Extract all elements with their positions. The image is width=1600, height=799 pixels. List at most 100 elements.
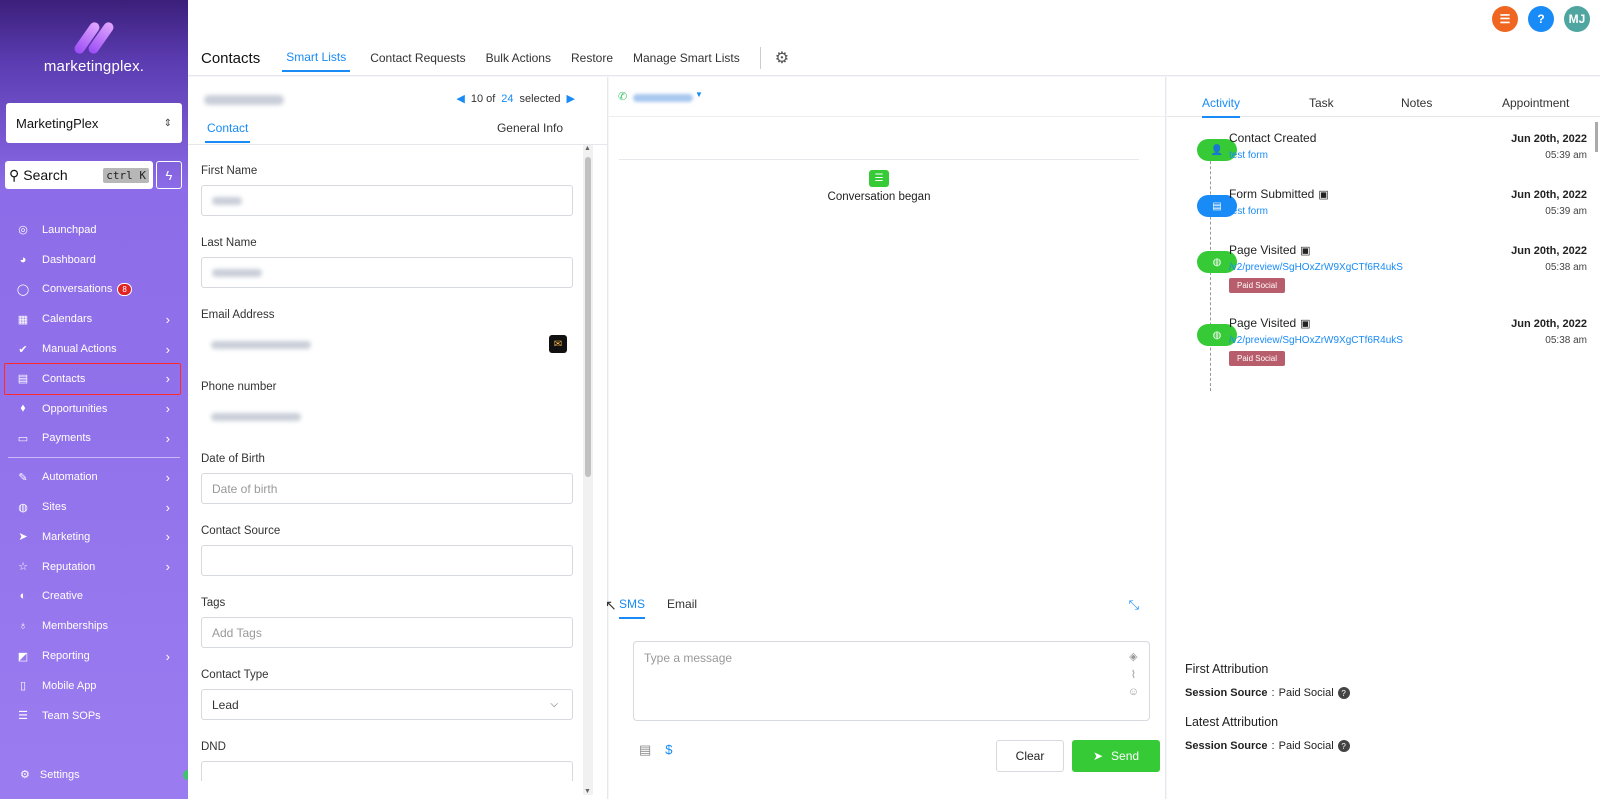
sidebar-item-manual-actions[interactable]: ✔ Manual Actions › bbox=[0, 334, 188, 364]
activity-pane: Activity Task Notes Appointment 👤 Contact… bbox=[1167, 77, 1600, 799]
help-icon[interactable]: ? bbox=[1528, 6, 1554, 32]
tab-manage-smart-lists[interactable]: Manage Smart Lists bbox=[633, 45, 740, 71]
latest-attribution-heading: Latest Attribution bbox=[1185, 715, 1279, 729]
sidebar-item-contacts[interactable]: ▤ Contacts › bbox=[4, 362, 181, 395]
tab-smart-lists[interactable]: Smart Lists bbox=[282, 44, 351, 72]
contact-pager: ◀ 10 of 24 selected ▶ bbox=[456, 92, 575, 106]
activity-source-link[interactable]: test form bbox=[1229, 206, 1268, 217]
sidebar-item-memberships[interactable]: ♁ Memberships bbox=[0, 611, 188, 641]
payment-icon[interactable]: $ bbox=[665, 742, 672, 758]
phone-field[interactable] bbox=[201, 401, 573, 432]
tab-appointment[interactable]: Appointment bbox=[1502, 96, 1569, 116]
tab-contact-requests[interactable]: Contact Requests bbox=[370, 45, 465, 71]
phone-number-redacted[interactable] bbox=[633, 94, 693, 102]
activity-title-text: Contact Created bbox=[1229, 131, 1317, 145]
sidebar-item-dashboard[interactable]: ◕ Dashboard bbox=[0, 245, 188, 275]
tab-bulk-actions[interactable]: Bulk Actions bbox=[486, 45, 551, 71]
search-label: Search bbox=[23, 167, 68, 183]
dob-field[interactable]: Date of birth bbox=[201, 473, 573, 504]
sidebar-item-launchpad[interactable]: ◎ Launchpad bbox=[0, 215, 188, 245]
activity-title: Form Submitted ▣ bbox=[1229, 187, 1329, 201]
brand-logo-icon bbox=[68, 20, 120, 56]
activity-title-text: Page Visited bbox=[1229, 243, 1297, 257]
first-name-field[interactable] bbox=[201, 185, 573, 216]
clipboard-icon[interactable]: ▣ bbox=[1300, 244, 1310, 257]
sidebar-item-payments[interactable]: ▭ Payments › bbox=[0, 424, 188, 454]
scroll-down-icon[interactable]: ▼ bbox=[584, 788, 591, 795]
activity-source-link[interactable]: /v2/preview/SgHOxZrW9XgCTf6R4ukS bbox=[1229, 335, 1403, 346]
attachment-icon[interactable]: ⌇ bbox=[1131, 668, 1136, 681]
help-icon[interactable]: ? bbox=[1337, 687, 1350, 699]
scroll-up-icon[interactable]: ▲ bbox=[584, 145, 591, 152]
sidebar-item-creative[interactable]: ◐ Creative bbox=[0, 582, 188, 612]
send-button[interactable]: ➤ Send bbox=[1072, 740, 1160, 772]
sidebar-item-settings[interactable]: ⚙ Settings bbox=[20, 768, 80, 782]
sidebar-item-sites[interactable]: ◍ Sites › bbox=[0, 492, 188, 522]
sidebar-item-reporting[interactable]: ◩ Reporting › bbox=[0, 641, 188, 671]
dnd-field[interactable] bbox=[201, 761, 573, 781]
tab-contact[interactable]: Contact bbox=[205, 121, 251, 143]
tab-email[interactable]: Email bbox=[667, 597, 697, 619]
last-name-field[interactable] bbox=[201, 257, 573, 288]
contact-source-field[interactable] bbox=[201, 545, 573, 576]
quick-actions-button[interactable]: ϟ bbox=[156, 161, 182, 189]
sidebar-item-opportunities[interactable]: ⬧ Opportunities › bbox=[0, 394, 188, 424]
sidebar-item-mobile-app[interactable]: ▯ Mobile App bbox=[0, 671, 188, 701]
first-attribution-heading: First Attribution bbox=[1185, 662, 1269, 676]
funnel-icon: ⬧ bbox=[20, 402, 26, 415]
gear-icon[interactable]: ⚙ bbox=[759, 47, 789, 69]
activity-title: Page Visited ▣ bbox=[1229, 316, 1311, 330]
sidebar-item-automation[interactable]: ✎ Automation › bbox=[0, 462, 188, 492]
caret-down-icon[interactable]: ▼ bbox=[695, 90, 703, 99]
activity-scrollbar[interactable] bbox=[1595, 122, 1598, 152]
template-icon[interactable]: ▤ bbox=[639, 742, 651, 758]
tab-restore[interactable]: Restore bbox=[571, 45, 613, 71]
activity-time: 05:39 am bbox=[1545, 150, 1587, 161]
pager-current: 10 of bbox=[470, 92, 496, 105]
scroll-thumb[interactable] bbox=[585, 157, 591, 477]
tab-notes[interactable]: Notes bbox=[1401, 96, 1432, 116]
sidebar-item-calendars[interactable]: ▦ Calendars › bbox=[0, 304, 188, 334]
account-switcher[interactable]: MarketingPlex ⇕ bbox=[6, 103, 182, 143]
tag-icon[interactable]: ◈ bbox=[1129, 650, 1137, 663]
search-button[interactable]: ⚲ Search ctrl K bbox=[5, 161, 153, 189]
tab-activity[interactable]: Activity bbox=[1202, 96, 1241, 118]
search-shortcut: ctrl K bbox=[103, 167, 149, 183]
emoji-icon[interactable]: ☺ bbox=[1128, 686, 1139, 698]
avatar[interactable]: MJ bbox=[1564, 6, 1590, 32]
email-field[interactable]: ✉ bbox=[201, 329, 573, 360]
clear-button[interactable]: Clear bbox=[996, 740, 1064, 772]
activity-source-link[interactable]: /v2/preview/SgHOxZrW9XgCTf6R4ukS bbox=[1229, 262, 1403, 273]
activity-title: Contact Created bbox=[1229, 131, 1316, 145]
redacted-value bbox=[212, 196, 242, 205]
tab-sms[interactable]: SMS bbox=[619, 597, 646, 619]
mobile-icon: ▯ bbox=[19, 680, 27, 693]
sidebar-item-marketing[interactable]: ➤ Marketing › bbox=[0, 522, 188, 552]
pager-total[interactable]: 24 bbox=[501, 93, 513, 105]
sidebar-item-conversations[interactable]: ◯ Conversations 8 bbox=[0, 275, 188, 305]
tab-general-info[interactable]: General Info bbox=[497, 121, 563, 141]
contact-source-label: Contact Source bbox=[201, 525, 281, 537]
email-verify-icon[interactable]: ✉ bbox=[549, 335, 567, 353]
message-input[interactable]: Type a message ◈ ⌇ ☺ bbox=[633, 641, 1150, 721]
contact-type-select[interactable]: Lead ⌵ bbox=[201, 689, 573, 720]
tags-field[interactable]: Add Tags bbox=[201, 617, 573, 648]
collapse-icon[interactable]: ⤡ bbox=[1129, 597, 1139, 613]
chat-icon: ◯ bbox=[16, 283, 30, 296]
sidebar-item-team-sops[interactable]: ☰ Team SOPs bbox=[0, 701, 188, 731]
sidebar-item-reputation[interactable]: ☆ Reputation › bbox=[0, 552, 188, 582]
activity-source-link[interactable]: test form bbox=[1229, 150, 1268, 161]
form-scrollbar[interactable]: ▲ ▼ bbox=[583, 145, 593, 795]
help-icon[interactable]: ? bbox=[1337, 740, 1350, 752]
brand[interactable]: marketingplex. bbox=[0, 0, 188, 95]
session-source-label: Session Source bbox=[1185, 687, 1268, 699]
phone-label: Phone number bbox=[201, 381, 277, 393]
divider bbox=[619, 159, 1139, 160]
next-arrow-icon[interactable]: ▶ bbox=[567, 92, 575, 105]
clipboard-icon[interactable]: ▣ bbox=[1300, 317, 1310, 330]
prev-arrow-icon[interactable]: ◀ bbox=[456, 92, 464, 105]
clipboard-icon[interactable]: ▣ bbox=[1318, 188, 1328, 201]
tasks-icon[interactable]: ☰ bbox=[1492, 6, 1518, 32]
tab-task[interactable]: Task bbox=[1309, 96, 1334, 116]
sidebar-item-label: Contacts bbox=[42, 372, 86, 385]
